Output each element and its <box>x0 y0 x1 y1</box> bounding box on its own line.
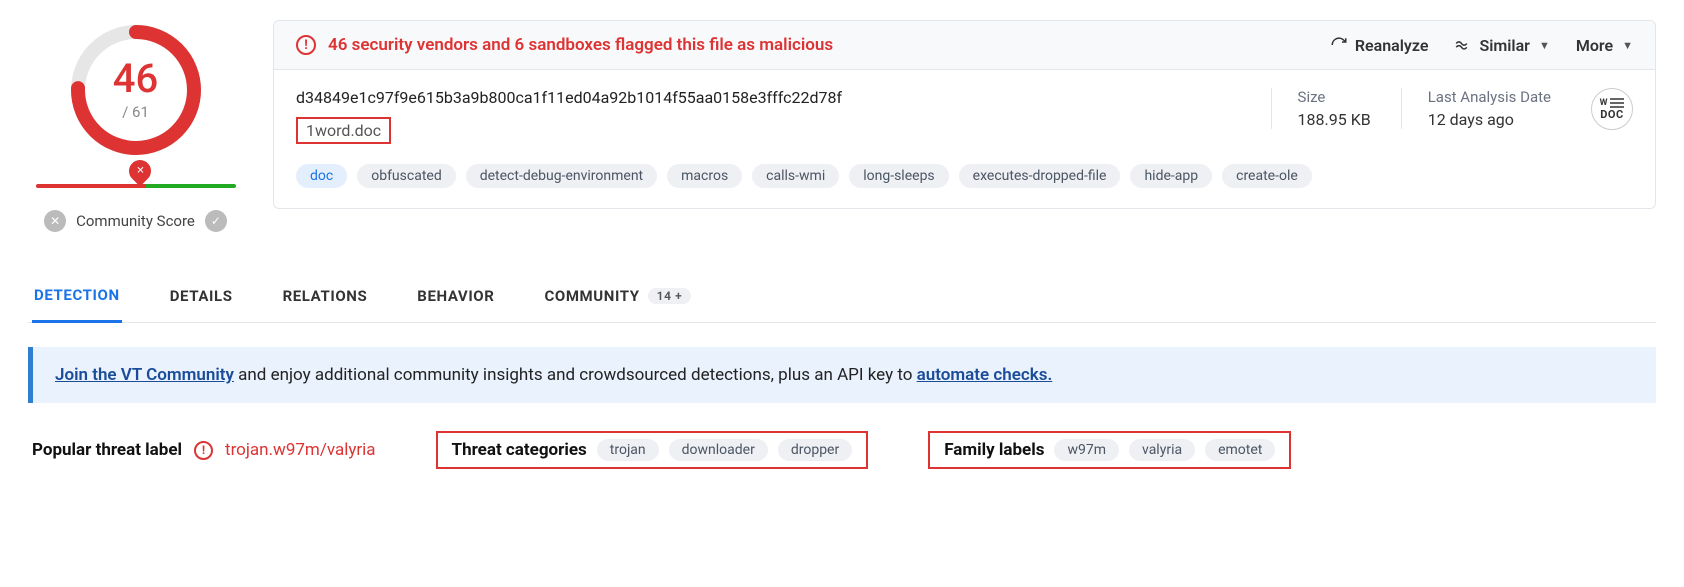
category-dropper[interactable]: dropper <box>778 439 852 461</box>
tab-community-label: COMMUNITY <box>544 287 639 305</box>
automate-checks-link[interactable]: automate checks. <box>917 365 1053 385</box>
detections-count: 46 <box>113 59 158 99</box>
popular-threat-group: Popular threat label ! trojan.w97m/valyr… <box>32 440 376 460</box>
file-hash[interactable]: d34849e1c97f9e615b3a9b800ca1f11ed04a92b1… <box>296 88 1241 107</box>
similar-label: Similar <box>1479 36 1529 55</box>
reanalyze-label: Reanalyze <box>1355 36 1429 55</box>
tags-row: doc obfuscated detect-debug-environment … <box>296 164 1633 188</box>
tag-obfuscated[interactable]: obfuscated <box>357 164 456 188</box>
category-trojan[interactable]: trojan <box>597 439 659 461</box>
tag-long-sleeps[interactable]: long-sleeps <box>849 164 948 188</box>
threat-categories-group: Threat categories trojan downloader drop… <box>436 431 869 469</box>
detections-total: / 61 <box>122 103 149 121</box>
file-name[interactable]: 1word.doc <box>296 117 391 144</box>
tag-calls-wmi[interactable]: calls-wmi <box>752 164 839 188</box>
reload-icon <box>1330 36 1348 54</box>
tag-doc[interactable]: doc <box>296 164 347 188</box>
file-summary-panel: ! 46 security vendors and 6 sandboxes fl… <box>273 20 1656 209</box>
filetype-doc-icon: W DOC <box>1591 88 1633 130</box>
check-icon[interactable]: ✓ <box>205 210 227 232</box>
size-value: 188.95 KB <box>1298 110 1371 129</box>
tab-detection[interactable]: DETECTION <box>32 276 122 323</box>
family-valyria[interactable]: valyria <box>1129 439 1195 461</box>
score-marker-icon: ✕ <box>129 160 151 182</box>
chevron-down-icon: ▼ <box>1622 39 1633 52</box>
tab-relations[interactable]: RELATIONS <box>281 277 370 321</box>
join-community-link[interactable]: Join the VT Community <box>55 365 234 385</box>
alert-text: 46 security vendors and 6 sandboxes flag… <box>328 35 833 55</box>
popular-threat-label: Popular threat label <box>32 440 182 460</box>
size-label: Size <box>1298 88 1371 106</box>
detection-gauge: 46 / 61 <box>66 20 206 160</box>
tag-macros[interactable]: macros <box>667 164 742 188</box>
tab-community[interactable]: COMMUNITY 14 + <box>542 277 693 321</box>
more-label: More <box>1576 36 1613 55</box>
alert-icon: ! <box>296 35 316 55</box>
community-score-bar: ✕ <box>36 184 236 188</box>
more-button[interactable]: More ▼ <box>1576 36 1633 55</box>
last-analysis-label: Last Analysis Date <box>1428 88 1551 106</box>
promo-banner: Join the VT Community and enjoy addition… <box>28 347 1656 403</box>
tab-behavior[interactable]: BEHAVIOR <box>415 277 496 321</box>
tabs: DETECTION DETAILS RELATIONS BEHAVIOR COM… <box>28 276 1656 323</box>
similar-button[interactable]: Similar ▼ <box>1454 36 1549 55</box>
similar-icon <box>1454 36 1472 54</box>
category-downloader[interactable]: downloader <box>669 439 768 461</box>
last-analysis-value: 12 days ago <box>1428 110 1551 129</box>
tab-details[interactable]: DETAILS <box>168 277 235 321</box>
community-count-badge: 14 + <box>648 288 692 304</box>
threat-summary-row: Popular threat label ! trojan.w97m/valyr… <box>28 431 1656 469</box>
tag-hide-app[interactable]: hide-app <box>1130 164 1212 188</box>
alert-icon: ! <box>194 441 213 460</box>
popular-threat-value[interactable]: trojan.w97m/valyria <box>225 440 376 460</box>
promo-text: and enjoy additional community insights … <box>234 365 917 385</box>
family-labels-group: Family labels w97m valyria emotet <box>928 431 1291 469</box>
tag-create-ole[interactable]: create-ole <box>1222 164 1312 188</box>
community-score-label: Community Score <box>76 212 195 230</box>
family-emotet[interactable]: emotet <box>1205 439 1275 461</box>
family-labels-label: Family labels <box>944 440 1044 460</box>
chevron-down-icon: ▼ <box>1539 39 1550 52</box>
tag-executes-dropped[interactable]: executes-dropped-file <box>959 164 1121 188</box>
tag-detect-debug[interactable]: detect-debug-environment <box>466 164 657 188</box>
family-w97m[interactable]: w97m <box>1054 439 1119 461</box>
close-icon[interactable]: ✕ <box>44 210 66 232</box>
filetype-label: DOC <box>1600 108 1623 121</box>
threat-categories-label: Threat categories <box>452 440 587 460</box>
reanalyze-button[interactable]: Reanalyze <box>1330 36 1429 55</box>
score-column: 46 / 61 ✕ ✕ Community Score ✓ <box>28 20 243 232</box>
